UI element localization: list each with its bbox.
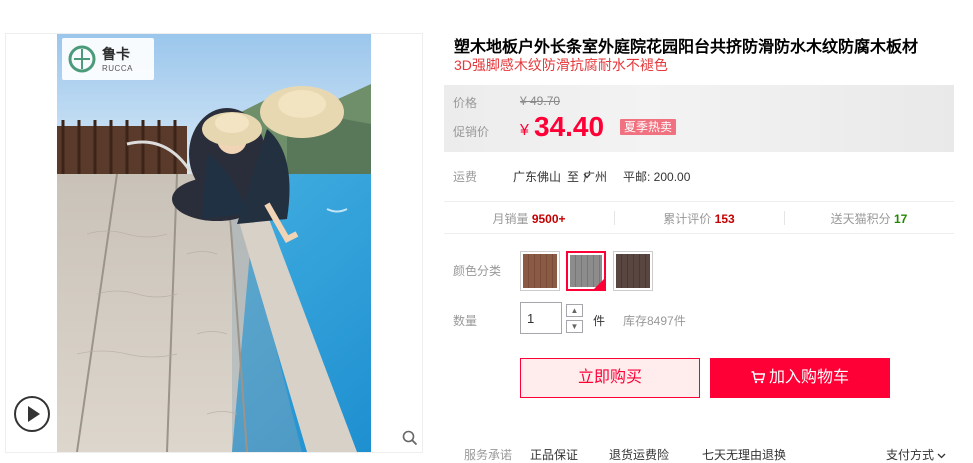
promo-tag: 夏季热卖 bbox=[620, 119, 677, 135]
service-item[interactable]: 正品保证 bbox=[530, 446, 578, 463]
color-swatch-grey[interactable] bbox=[566, 251, 606, 291]
monthly-sales: 月销量 9500+ bbox=[444, 210, 614, 227]
product-subtitle: 3D强脚感木纹防滑抗腐耐水不褪色 bbox=[454, 57, 668, 73]
service-label: 服务承诺 bbox=[464, 448, 513, 462]
shipping-destination: 广州 bbox=[583, 170, 608, 184]
payment-methods-label: 支付方式 bbox=[886, 448, 935, 462]
quantity-decrease-button[interactable]: ▼ bbox=[566, 320, 583, 333]
service-item[interactable]: 七天无理由退换 bbox=[702, 446, 786, 463]
reward-points-value: 17 bbox=[894, 212, 908, 226]
sales-stats: 月销量 9500+ 累计评价 153 送天猫积分 17 bbox=[444, 201, 954, 234]
add-to-cart-button[interactable]: 加入购物车 bbox=[710, 358, 890, 398]
brand-name-cn: 鲁卡 bbox=[102, 46, 130, 62]
brand-name-en: RUCCA bbox=[102, 64, 133, 73]
shipping-fee: 平邮: 200.00 bbox=[623, 170, 691, 184]
promo-price-label: 促销价 bbox=[453, 125, 490, 139]
add-to-cart-label: 加入购物车 bbox=[768, 369, 849, 386]
product-title: 塑木地板户外长条室外庭院花园阳台共挤防滑防水木纹防腐木板材 bbox=[454, 39, 919, 56]
quantity-label: 数量 bbox=[453, 314, 478, 328]
reward-points: 送天猫积分 17 bbox=[784, 210, 954, 227]
quantity-increase-button[interactable]: ▲ bbox=[566, 304, 583, 317]
zoom-icon[interactable] bbox=[402, 430, 418, 446]
monthly-sales-value: 9500+ bbox=[531, 212, 566, 226]
payment-methods-dropdown[interactable]: 支付方式 bbox=[886, 446, 946, 463]
product-main-image[interactable] bbox=[57, 34, 371, 452]
color-swatch-dark[interactable] bbox=[613, 251, 653, 291]
brand-logo: 鲁卡 RUCCA bbox=[62, 38, 154, 80]
service-item[interactable]: 退货运费险 bbox=[609, 446, 669, 463]
shipping-label: 运费 bbox=[453, 170, 478, 184]
monthly-sales-label: 月销量 bbox=[492, 212, 529, 226]
original-price: ¥ 49.70 bbox=[520, 94, 561, 108]
quantity-unit: 件 bbox=[593, 314, 606, 328]
buy-now-button[interactable]: 立即购买 bbox=[520, 358, 700, 398]
shipping-from: 广东佛山 bbox=[513, 170, 562, 184]
review-count-label: 累计评价 bbox=[663, 212, 712, 226]
color-swatch-brown[interactable] bbox=[520, 251, 560, 291]
chevron-down-icon bbox=[937, 453, 946, 459]
play-video-icon[interactable] bbox=[14, 396, 50, 432]
review-count-value: 153 bbox=[714, 212, 735, 226]
shipping-destination-select[interactable]: 广州 bbox=[583, 168, 607, 184]
promo-currency: ¥ bbox=[520, 122, 529, 139]
color-label: 颜色分类 bbox=[453, 264, 502, 278]
promo-price: 34.40 bbox=[534, 111, 605, 142]
stock-count: 库存8497件 bbox=[623, 314, 686, 328]
original-price-label: 价格 bbox=[453, 96, 478, 110]
reward-points-label: 送天猫积分 bbox=[830, 212, 891, 226]
shipping-to-label: 至 bbox=[567, 170, 580, 184]
cart-icon bbox=[751, 371, 765, 384]
logo-mark-icon bbox=[68, 45, 96, 73]
review-count[interactable]: 累计评价 153 bbox=[614, 210, 784, 227]
product-gallery: 鲁卡 RUCCA bbox=[5, 33, 423, 453]
price-panel: 价格 ¥ 49.70 促销价 ¥ 34.40 夏季热卖 bbox=[444, 85, 954, 152]
quantity-input[interactable] bbox=[520, 302, 562, 334]
